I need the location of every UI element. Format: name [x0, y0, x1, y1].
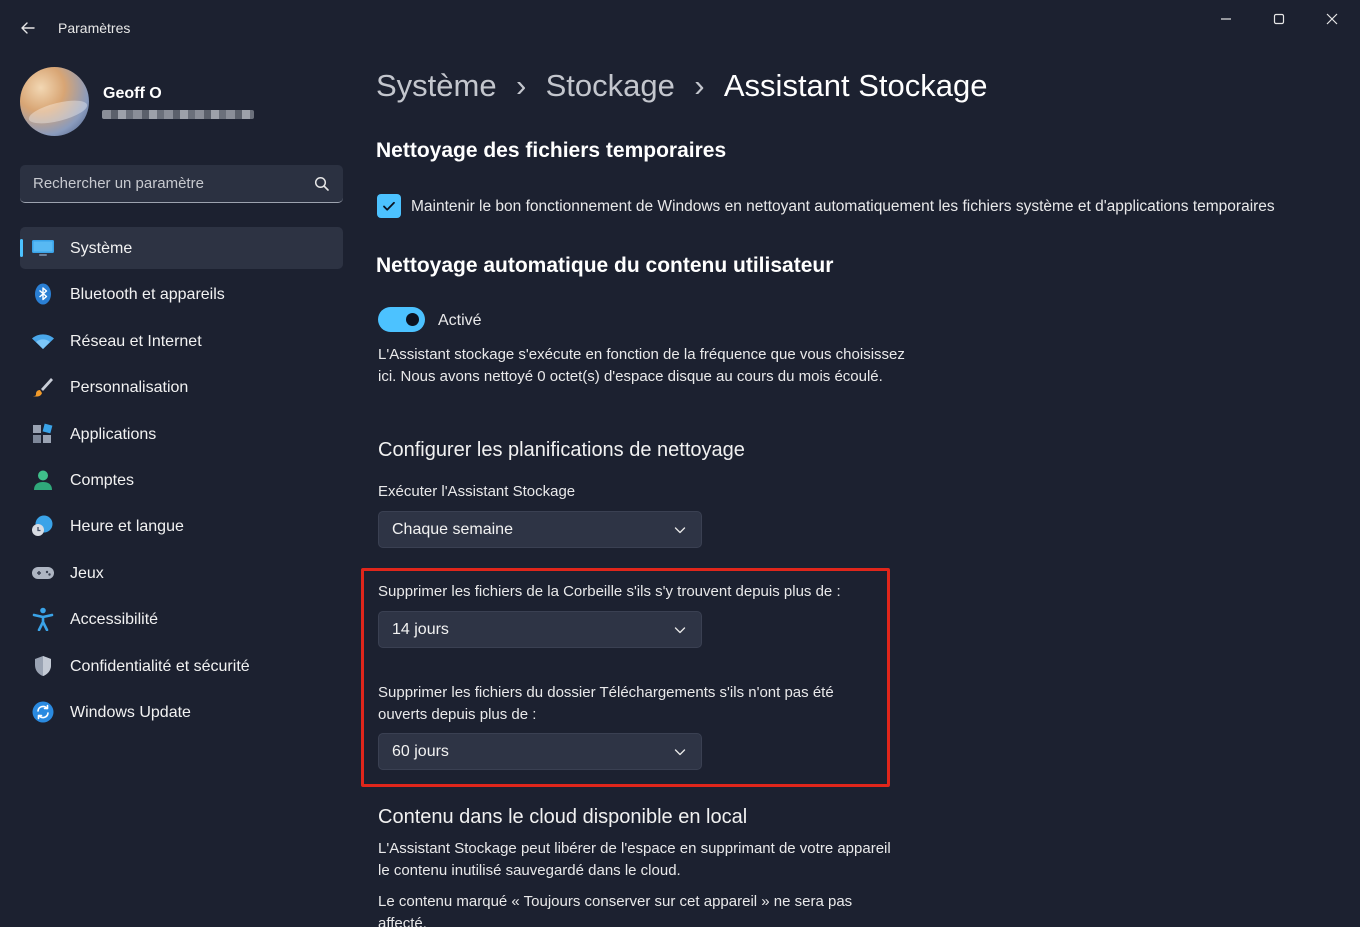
- sidebar-item-jeux[interactable]: Jeux: [20, 552, 343, 594]
- sidebar-item-systeme[interactable]: Système: [20, 227, 343, 269]
- downloads-value: 60 jours: [392, 743, 449, 760]
- schedule-title: Configurer les planifications de nettoya…: [378, 439, 745, 461]
- sidebar-item-label: Jeux: [70, 564, 104, 582]
- sidebar-item-label: Réseau et Internet: [70, 332, 202, 350]
- title-bar: Paramètres: [0, 0, 1360, 56]
- cloud-note: Le contenu marqué « Toujours conserver s…: [378, 893, 853, 927]
- close-icon: [1326, 13, 1338, 25]
- sidebar-item-label: Personnalisation: [70, 379, 189, 397]
- clock-globe-icon: [31, 515, 55, 537]
- sidebar-item-reseau[interactable]: Réseau et Internet: [20, 320, 343, 362]
- sidebar-item-accessibilite[interactable]: Accessibilité: [20, 598, 343, 640]
- cloud-description: L'Assistant Stockage peut libérer de l'e…: [378, 840, 891, 879]
- back-button[interactable]: [14, 14, 42, 42]
- toggle-knob: [406, 313, 419, 326]
- sidebar-item-label: Confidentialité et sécurité: [70, 657, 250, 675]
- search-input[interactable]: [20, 165, 310, 202]
- sidebar-item-label: Applications: [70, 425, 157, 443]
- sidebar-item-heure[interactable]: Heure et langue: [20, 505, 343, 547]
- recycle-bin-value: 14 jours: [392, 621, 449, 638]
- app-title: Paramètres: [58, 20, 131, 36]
- sidebar-item-comptes[interactable]: Comptes: [20, 459, 343, 501]
- breadcrumb-separator: ›: [515, 68, 527, 103]
- maximize-button[interactable]: [1256, 4, 1302, 34]
- recycle-bin-label: Supprimer les fichiers de la Corbeille s…: [378, 583, 841, 600]
- auto-description: L'Assistant stockage s'exécute en foncti…: [378, 346, 905, 385]
- maximize-icon: [1273, 13, 1285, 25]
- breadcrumb: Système › Stockage › Assistant Stockage: [376, 68, 988, 104]
- update-icon: [31, 701, 55, 723]
- sidebar-item-windows-update[interactable]: Windows Update: [20, 691, 343, 733]
- brush-icon: [31, 376, 55, 398]
- sidebar-item-label: Comptes: [70, 471, 135, 489]
- cloud-section-title: Contenu dans le cloud disponible en loca…: [378, 806, 748, 828]
- run-frequency-dropdown[interactable]: Chaque semaine: [378, 511, 702, 548]
- sidebar-item-label: Bluetooth et appareils: [70, 286, 225, 304]
- sidebar-item-bluetooth[interactable]: Bluetooth et appareils: [20, 273, 343, 315]
- bluetooth-icon: [31, 283, 55, 305]
- chevron-down-icon: [674, 749, 686, 756]
- user-email-redacted: [102, 110, 254, 119]
- breadcrumb-separator: ›: [694, 68, 705, 103]
- recycle-bin-dropdown[interactable]: 14 jours: [378, 611, 702, 648]
- chevron-down-icon: [674, 627, 686, 634]
- close-button[interactable]: [1309, 4, 1355, 34]
- minimize-button[interactable]: [1203, 4, 1249, 34]
- run-frequency-value: Chaque semaine: [392, 521, 513, 538]
- sidebar-item-personnalisation[interactable]: Personnalisation: [20, 366, 343, 408]
- person-icon: [31, 469, 55, 491]
- page-title: Assistant Stockage: [723, 68, 988, 103]
- accessibility-icon: [31, 607, 55, 632]
- apps-icon: [31, 423, 55, 445]
- sidebar-item-confidentialite[interactable]: Confidentialité et sécurité: [20, 645, 343, 687]
- sidebar-item-label: Système: [70, 240, 133, 257]
- user-name: Geoff O: [103, 85, 162, 102]
- sidebar-item-label: Accessibilité: [70, 611, 159, 629]
- minimize-icon: [1221, 18, 1231, 20]
- run-frequency-label: Exécuter l'Assistant Stockage: [378, 483, 576, 500]
- wifi-icon: [31, 330, 55, 352]
- shield-icon: [31, 655, 55, 677]
- temp-section-title: Nettoyage des fichiers temporaires: [376, 139, 727, 162]
- gamepad-icon: [31, 562, 55, 584]
- chevron-down-icon: [674, 527, 686, 534]
- back-arrow-icon: [21, 22, 35, 34]
- sidebar-nav: Système Bluetooth et appareils Réseau et…: [20, 227, 343, 737]
- downloads-dropdown[interactable]: 60 jours: [378, 733, 702, 770]
- temp-checkbox-label: Maintenir le bon fonctionnement de Windo…: [411, 198, 1275, 215]
- search-box: [20, 165, 343, 203]
- checkmark-icon: [383, 201, 395, 211]
- breadcrumb-stockage[interactable]: Stockage: [546, 68, 675, 104]
- downloads-label: Supprimer les fichiers du dossier Téléch…: [378, 684, 834, 723]
- auto-section-title: Nettoyage automatique du contenu utilisa…: [376, 254, 834, 277]
- breadcrumb-systeme[interactable]: Système: [376, 68, 497, 104]
- avatar: [20, 67, 89, 136]
- temp-files-checkbox[interactable]: [377, 194, 401, 218]
- monitor-icon: [31, 237, 55, 259]
- sidebar-item-applications[interactable]: Applications: [20, 413, 343, 455]
- sidebar-item-label: Heure et langue: [70, 518, 184, 536]
- sidebar-item-label: Windows Update: [70, 703, 191, 721]
- toggle-state-label: Activé: [438, 312, 482, 329]
- search-icon[interactable]: [313, 175, 331, 193]
- storage-sense-toggle[interactable]: [378, 307, 425, 332]
